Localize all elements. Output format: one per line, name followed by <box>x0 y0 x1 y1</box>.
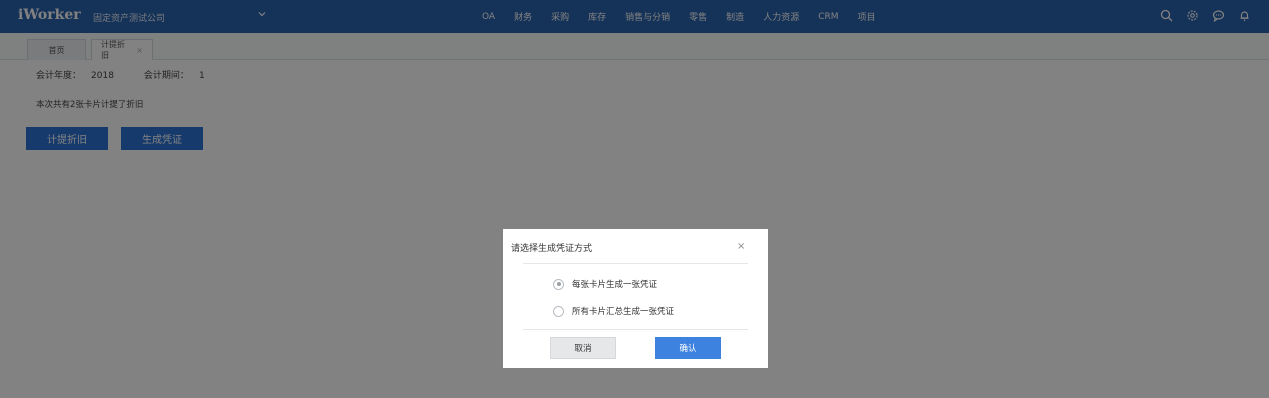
divider <box>523 263 748 264</box>
divider <box>523 329 748 330</box>
dialog-title: 请选择生成凭证方式 <box>511 244 593 254</box>
option-all-cards-label: 所有卡片汇总生成一张凭证 <box>572 307 675 317</box>
close-icon[interactable]: × <box>737 241 745 252</box>
option-per-card-label: 每张卡片生成一张凭证 <box>572 280 658 290</box>
confirm-button[interactable]: 确认 <box>655 337 721 359</box>
voucher-method-dialog: 请选择生成凭证方式 × 每张卡片生成一张凭证 所有卡片汇总生成一张凭证 取消 确… <box>503 229 768 368</box>
cancel-button[interactable]: 取消 <box>550 337 616 359</box>
option-all-cards[interactable]: 所有卡片汇总生成一张凭证 <box>553 305 674 317</box>
radio-per-card[interactable] <box>553 278 564 290</box>
option-per-card[interactable]: 每张卡片生成一张凭证 <box>553 278 657 290</box>
radio-all-cards[interactable] <box>553 305 564 317</box>
